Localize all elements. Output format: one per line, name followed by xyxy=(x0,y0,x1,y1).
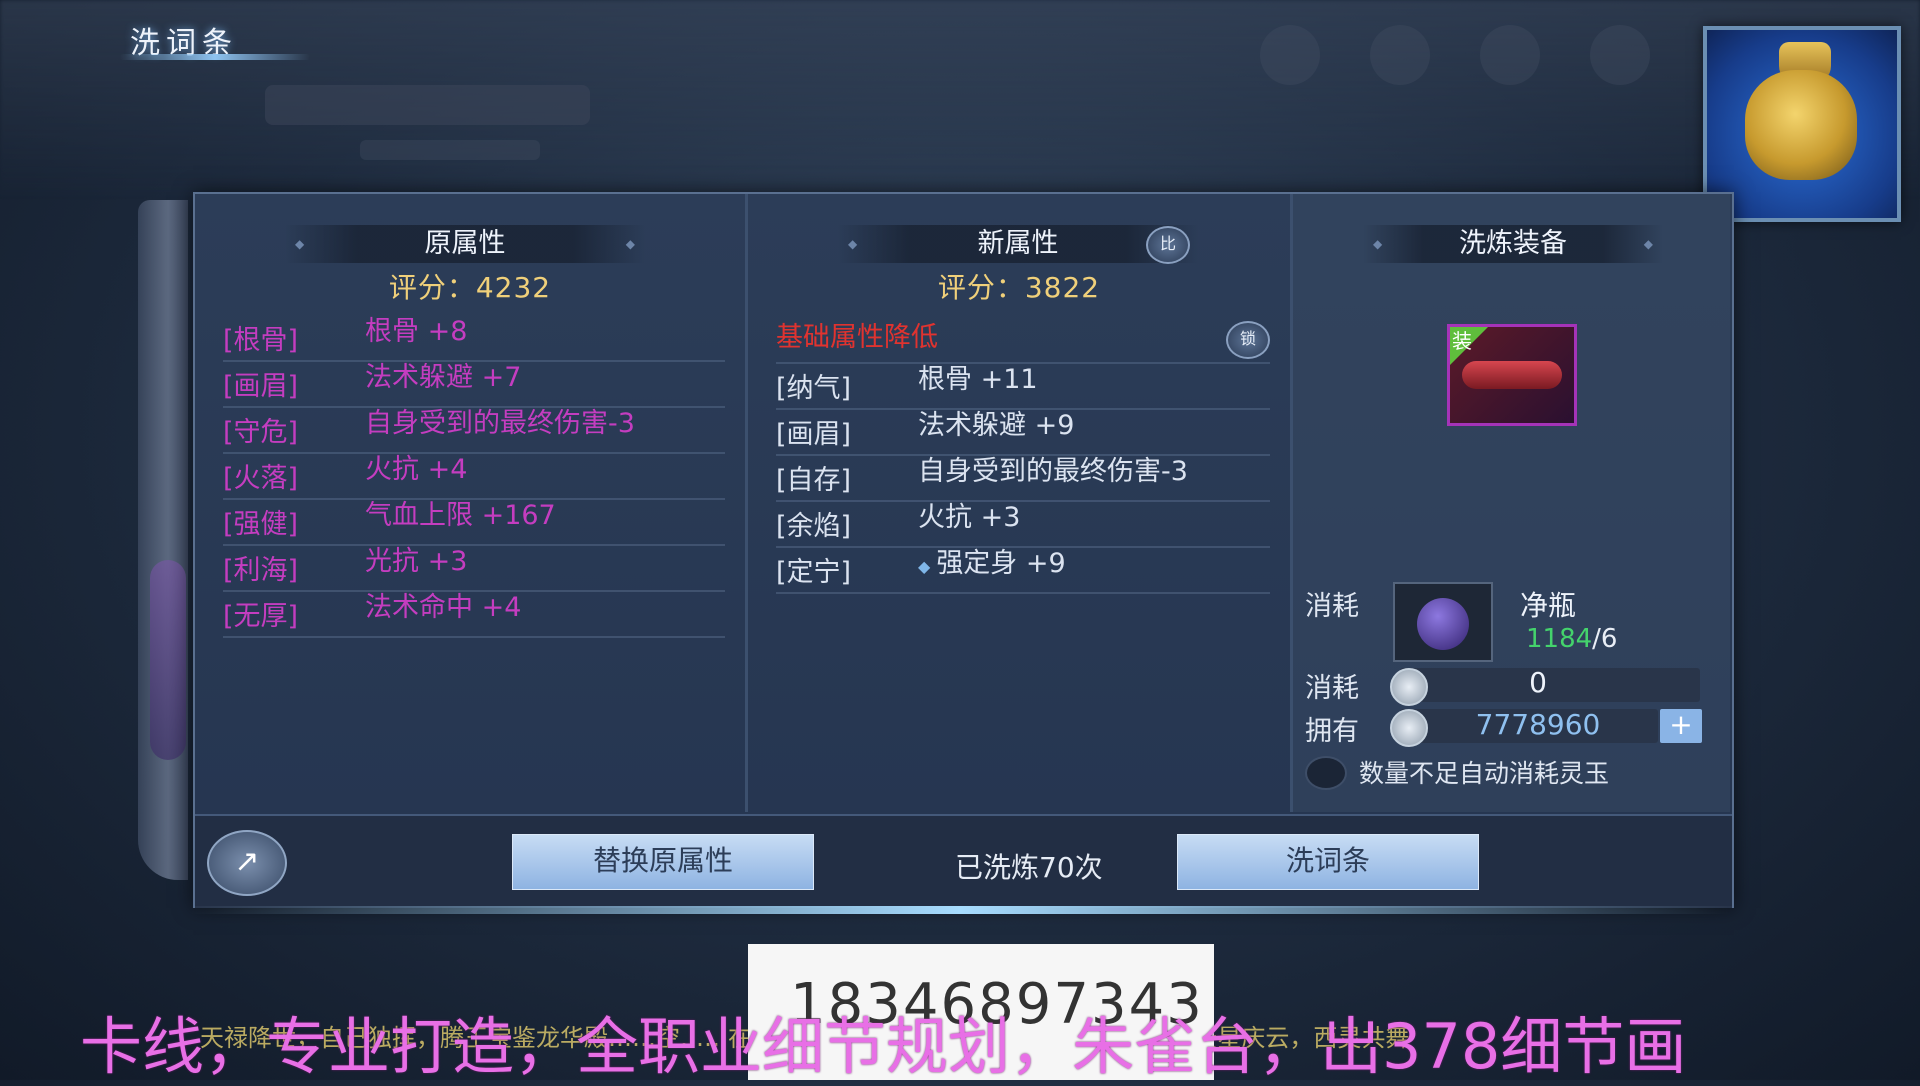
original-attributes-list: [根骨] 根骨 +8 [画眉] 法术躲避 +7 [守危] 自身受到的最终伤害-3 [火… xyxy=(223,316,725,638)
equipped-tag-label: 装 xyxy=(1452,329,1472,353)
original-attributes-header: 原属性 xyxy=(285,225,645,263)
coin-icon xyxy=(1390,668,1428,706)
attr-tag: [自存] xyxy=(776,465,852,496)
list-item: [根骨] 根骨 +8 xyxy=(223,316,725,362)
attr-tag: [利海] xyxy=(223,555,299,586)
add-currency-button[interactable]: + xyxy=(1660,709,1702,743)
attr-value: ◆ 强定身 +9 xyxy=(918,550,1270,589)
background-icon xyxy=(1370,25,1430,85)
attr-tag: [余焰] xyxy=(776,511,852,542)
own-amount: 7778960 xyxy=(1475,708,1601,741)
coin-cost-label: 消耗 xyxy=(1305,673,1359,704)
cost-label: 消耗 xyxy=(1305,591,1359,622)
attr-value: 光抗 +3 xyxy=(365,546,468,577)
material-need: /6 xyxy=(1592,624,1618,654)
background-bar xyxy=(265,85,590,125)
share-icon: ↗ xyxy=(234,844,260,879)
lock-button[interactable]: 锁 xyxy=(1226,321,1270,359)
marquee-text: 卡线，专业打造，全职业细节规划，朱雀台，出378细节画 xyxy=(80,1010,1687,1083)
attr-tag: [定宁] xyxy=(776,557,852,588)
auto-consume-label: 数量不足自动消耗灵玉 xyxy=(1359,759,1610,788)
new-attributes-list: 基础属性降低 锁 [纳气] 根骨 +11 [画眉] 法术躲避 +9 [自存] 自身受到… xyxy=(776,316,1270,594)
background-icon xyxy=(1590,25,1650,85)
replace-attributes-button[interactable]: 替换原属性 xyxy=(512,834,814,890)
attr-value: 根骨 +8 xyxy=(365,316,468,347)
list-item: [利海] 光抗 +3 xyxy=(223,546,725,592)
attr-tag: [火落] xyxy=(223,463,299,494)
list-item: [强健] 气血上限 +167 xyxy=(223,500,725,546)
attr-value: 自身受到的最终伤害-3 xyxy=(918,456,1188,487)
own-label: 拥有 xyxy=(1305,716,1359,747)
coin-cost-value: 0 xyxy=(1529,666,1547,699)
attr-value: 根骨 +11 xyxy=(918,364,1038,395)
background-bar xyxy=(360,140,540,160)
bottom-action-bar: ↗ 替换原属性 已洗炼70次 洗词条 xyxy=(195,814,1732,908)
vase-icon xyxy=(1417,598,1469,650)
list-item: [定宁] ◆ 强定身 +9 xyxy=(776,548,1270,594)
attr-value: 火抗 +3 xyxy=(918,502,1021,533)
warning-text: 基础属性降低 xyxy=(776,322,938,353)
attr-value: 气血上限 +167 xyxy=(365,500,556,531)
background-icon xyxy=(1260,25,1320,85)
share-button[interactable]: ↗ xyxy=(207,830,287,896)
new-score: 评分：3822 xyxy=(937,271,1101,304)
diamond-icon: ◆ xyxy=(918,557,931,576)
list-item: [无厚] 法术命中 +4 xyxy=(223,592,725,638)
attr-tag: [无厚] xyxy=(223,601,299,632)
material-item-slot[interactable] xyxy=(1393,582,1493,662)
new-attributes-header: 新属性 xyxy=(838,225,1198,263)
material-count: 1184/6 xyxy=(1526,624,1617,654)
equipment-slot[interactable]: 装 xyxy=(1447,324,1577,426)
golden-toad-icon xyxy=(1745,70,1857,180)
attr-value: 自身受到的最终伤害-3 xyxy=(365,408,635,439)
attr-value-text: 强定身 +9 xyxy=(936,548,1066,579)
wash-button[interactable]: 洗词条 xyxy=(1177,834,1479,890)
coin-icon xyxy=(1390,709,1428,747)
panel-glow xyxy=(190,906,1730,914)
list-item: [余焰] 火抗 +3 xyxy=(776,502,1270,548)
list-item: [纳气] 根骨 +11 xyxy=(776,364,1270,410)
belt-icon xyxy=(1462,361,1562,389)
list-item: [画眉] 法术躲避 +7 xyxy=(223,362,725,408)
material-name: 净瓶 xyxy=(1520,589,1577,622)
list-item: [火落] 火抗 +4 xyxy=(223,454,725,500)
attr-tag: [强健] xyxy=(223,509,299,540)
attr-tag: [纳气] xyxy=(776,373,852,404)
attr-value: 法术躲避 +9 xyxy=(918,410,1075,441)
material-have: 1184 xyxy=(1526,624,1593,654)
attr-tag: [根骨] xyxy=(223,325,299,356)
ribbon-decoration xyxy=(150,560,186,760)
compare-button[interactable]: 比 xyxy=(1146,226,1190,264)
attr-tag: [守危] xyxy=(223,417,299,448)
title-decoration xyxy=(120,54,310,60)
original-attributes-column: 原属性 评分：4232 [根骨] 根骨 +8 [画眉] 法术躲避 +7 [守危] 自身… xyxy=(195,194,748,812)
attr-tag: [画眉] xyxy=(776,419,852,450)
list-item: [自存] 自身受到的最终伤害-3 xyxy=(776,456,1270,502)
new-attributes-column: 新属性 比 评分：3822 基础属性降低 锁 [纳气] 根骨 +11 [画眉] 法术… xyxy=(748,194,1293,812)
auto-consume-toggle[interactable] xyxy=(1305,756,1347,790)
book-page-decoration xyxy=(138,200,188,880)
equipment-header: 洗炼装备 xyxy=(1363,225,1663,263)
attr-value: 火抗 +4 xyxy=(365,454,468,485)
attr-tag: [画眉] xyxy=(223,371,299,402)
equipment-column: 洗炼装备 装 消耗 净瓶 1184/6 消耗 0 拥有 7778960 + 数量… xyxy=(1293,194,1730,812)
background-icon xyxy=(1480,25,1540,85)
wash-count: 已洗炼70次 xyxy=(955,851,1103,884)
attribute-warning: 基础属性降低 锁 xyxy=(776,316,1270,364)
attr-value: 法术命中 +4 xyxy=(365,592,522,623)
wash-attribute-panel: 原属性 评分：4232 [根骨] 根骨 +8 [画眉] 法术躲避 +7 [守危] 自身… xyxy=(193,192,1734,908)
attr-value: 法术躲避 +7 xyxy=(365,362,522,393)
list-item: [守危] 自身受到的最终伤害-3 xyxy=(223,408,725,454)
original-score: 评分：4232 xyxy=(388,271,552,304)
list-item: [画眉] 法术躲避 +9 xyxy=(776,410,1270,456)
